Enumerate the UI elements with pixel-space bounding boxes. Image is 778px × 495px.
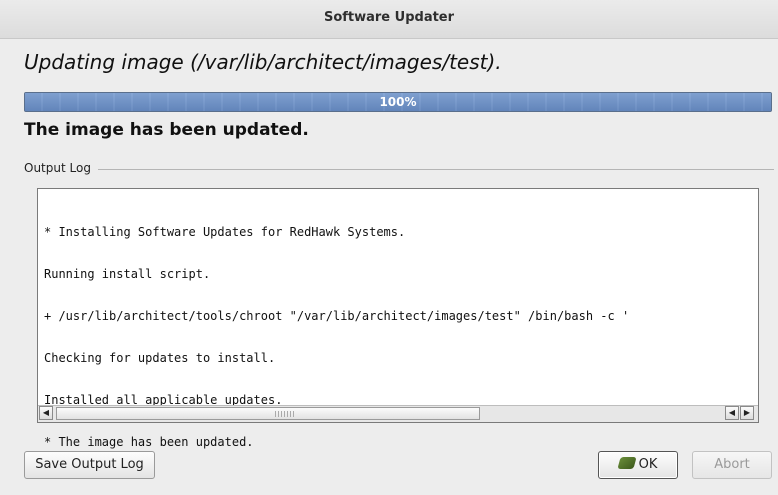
- log-line: + /usr/lib/architect/tools/chroot "/var/…: [44, 309, 630, 323]
- log-line: * The image has been updated.: [44, 435, 254, 449]
- update-heading: Updating image (/var/lib/architect/image…: [24, 50, 502, 74]
- title-bar: Software Updater: [0, 0, 778, 39]
- ok-button[interactable]: OK: [598, 451, 678, 479]
- arrow-left-icon[interactable]: ◀: [39, 406, 53, 420]
- log-line: * Installing Software Updates for RedHaw…: [44, 225, 406, 239]
- ok-label: OK: [638, 457, 658, 472]
- window-title: Software Updater: [323, 10, 455, 25]
- horizontal-scrollbar[interactable]: ◀ ◀ ▶: [38, 405, 758, 422]
- status-message: The image has been updated.: [24, 120, 309, 140]
- log-line: Running install script.: [44, 267, 211, 281]
- scrollbar-thumb[interactable]: [56, 407, 480, 420]
- abort-button[interactable]: Abort: [692, 451, 772, 479]
- arrow-left-icon[interactable]: ◀: [725, 406, 739, 420]
- save-output-log-button[interactable]: Save Output Log: [24, 451, 155, 479]
- progress-label: 100%: [379, 95, 417, 109]
- ok-hand-icon: [617, 457, 637, 469]
- grip-icon: [275, 411, 295, 417]
- progress-bar: 100%: [24, 92, 772, 112]
- group-divider: [98, 169, 774, 170]
- output-log-label: Output Log: [24, 161, 95, 175]
- output-log-area[interactable]: * Installing Software Updates for RedHaw…: [37, 188, 759, 449]
- log-line: Checking for updates to install.: [44, 351, 276, 365]
- arrow-right-icon[interactable]: ▶: [740, 406, 754, 420]
- output-log-text: * Installing Software Updates for RedHaw…: [44, 197, 754, 477]
